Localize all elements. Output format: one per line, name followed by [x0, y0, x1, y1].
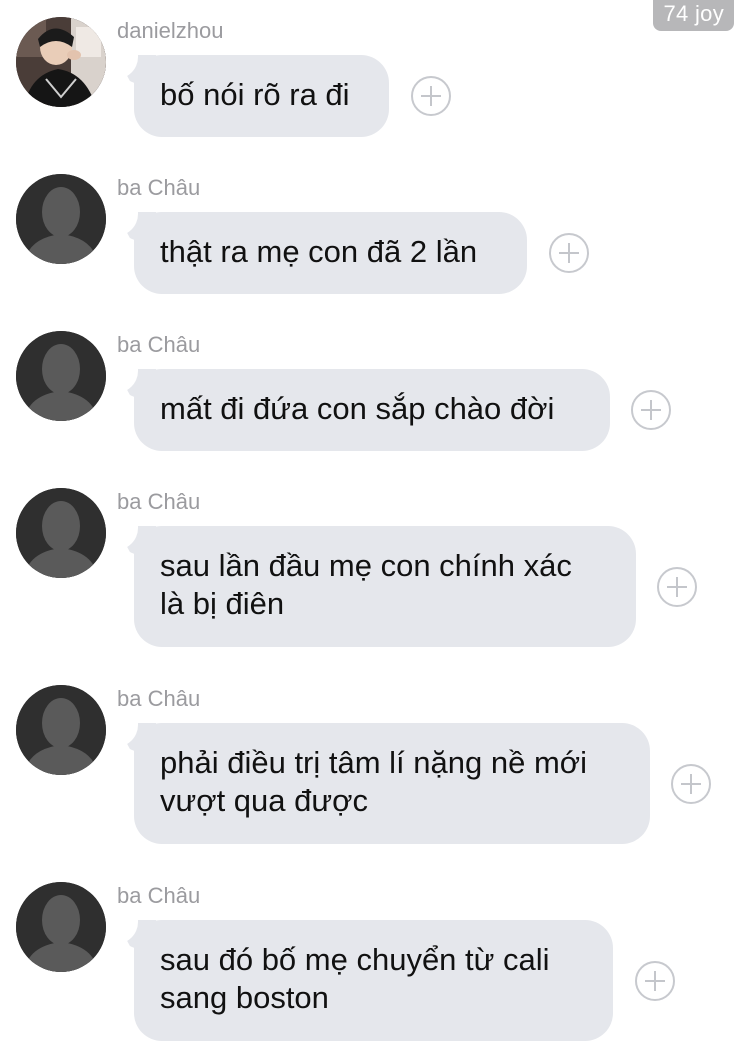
message-row: ba Châu phải điều trị tâm lí nặng nề mới… [0, 685, 750, 847]
sender-avatar[interactable] [16, 685, 106, 775]
plus-circle-icon[interactable] [411, 76, 451, 116]
plus-circle-icon[interactable] [549, 233, 589, 273]
message-bubble[interactable]: sau đó bố mẹ chuyển từ cali sang boston [112, 918, 613, 1041]
message-row: ba Châu sau đó bố mẹ chuyển từ cali sang… [0, 882, 750, 1044]
sender-name: ba Châu [117, 489, 201, 514]
sender-avatar[interactable] [16, 331, 106, 421]
default-avatar-icon [16, 488, 106, 578]
sender-name: danielzhou [117, 18, 224, 43]
message-bubble[interactable]: phải điều trị tâm lí nặng nề mới vượt qu… [112, 721, 650, 844]
default-avatar-icon [16, 174, 106, 264]
message-bubble[interactable]: mất đi đứa con sắp chào đời [112, 367, 610, 451]
default-avatar-icon [16, 882, 106, 972]
message-bubble[interactable]: sau lần đầu mẹ con chính xác là bị điên [112, 524, 636, 647]
plus-circle-icon[interactable] [657, 567, 697, 607]
message-row: ba Châu mất đi đứa con sắp chào đời [0, 331, 750, 456]
message-row: danielzhou bố nói rõ ra đi [0, 17, 750, 142]
photo-avatar-icon [16, 17, 106, 107]
sender-avatar[interactable] [16, 488, 106, 578]
sender-name: ba Châu [117, 332, 201, 357]
sender-name: ba Châu [117, 686, 201, 711]
message-row: ba Châu thật ra mẹ con đã 2 lần [0, 174, 750, 299]
sender-avatar[interactable] [16, 882, 106, 972]
sender-name: ba Châu [117, 175, 201, 200]
message-bubble[interactable]: thật ra mẹ con đã 2 lần [112, 210, 527, 294]
sender-avatar[interactable] [16, 17, 106, 107]
message-bubble[interactable]: bố nói rõ ra đi [112, 53, 389, 137]
sender-avatar[interactable] [16, 174, 106, 264]
default-avatar-icon [16, 685, 106, 775]
message-row: ba Châu sau lần đầu mẹ con chính xác là … [0, 488, 750, 650]
plus-circle-icon[interactable] [671, 764, 711, 804]
plus-circle-icon[interactable] [635, 961, 675, 1001]
default-avatar-icon [16, 331, 106, 421]
plus-circle-icon[interactable] [631, 390, 671, 430]
sender-name: ba Châu [117, 883, 201, 908]
